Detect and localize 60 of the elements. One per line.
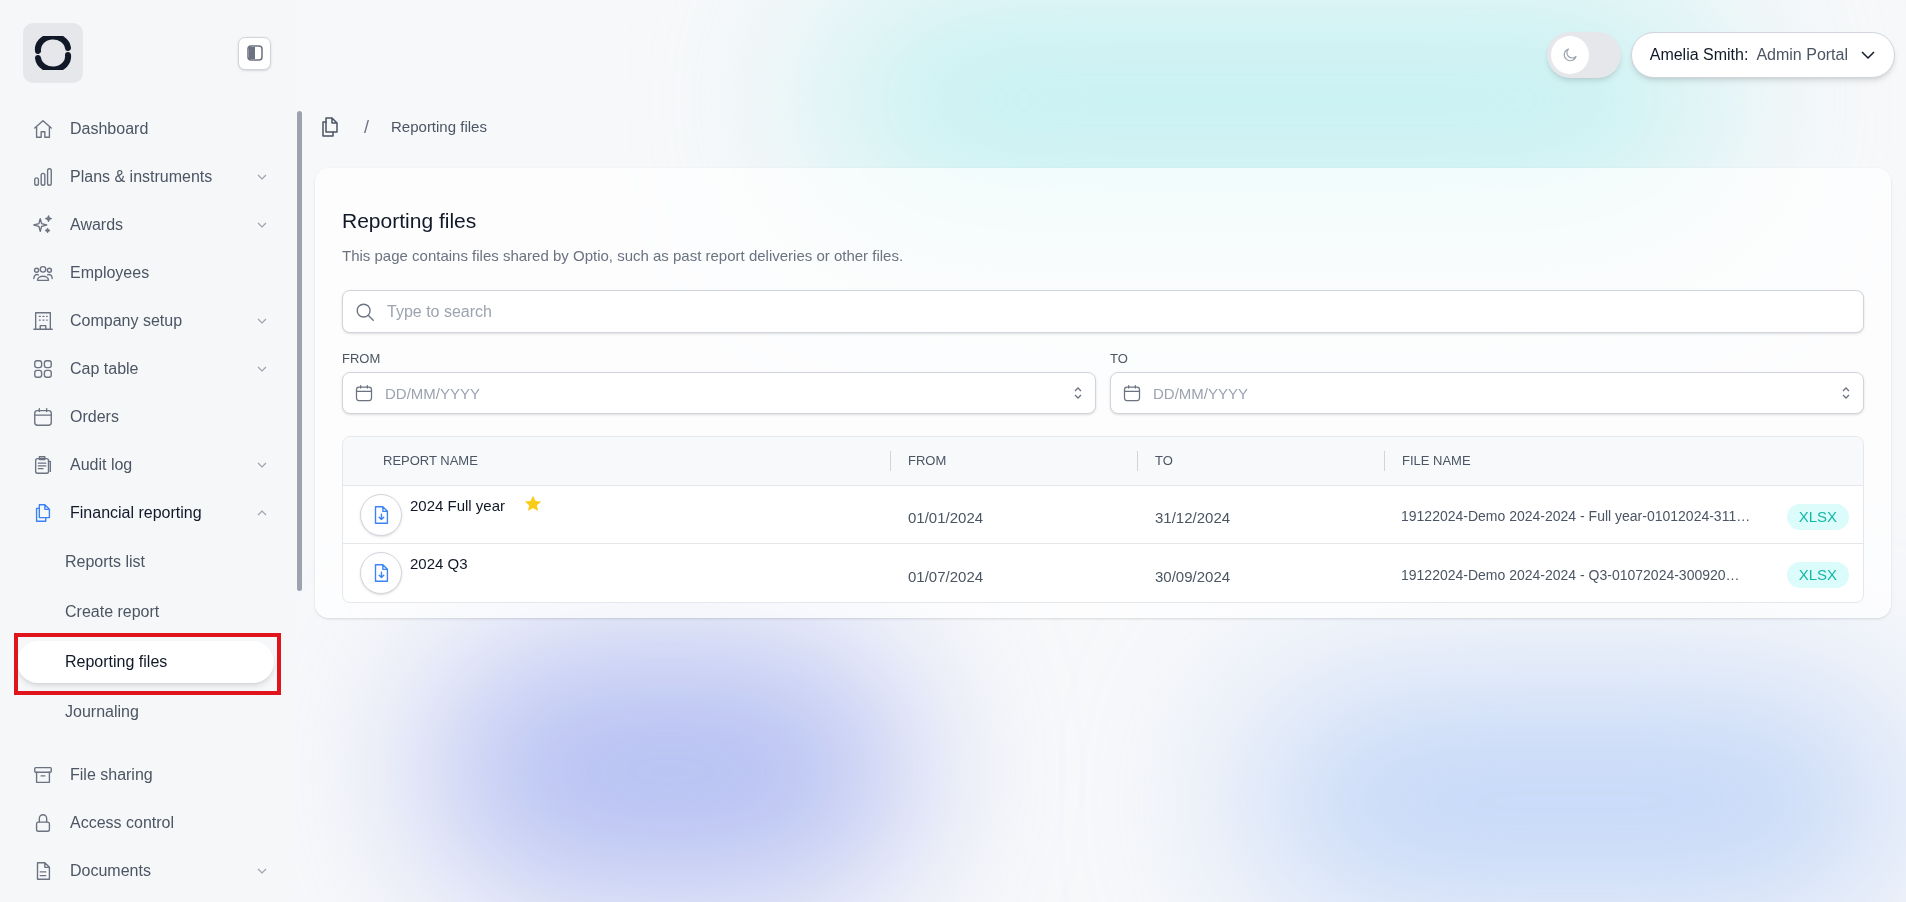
report-name[interactable]: 2024 Q3 <box>410 553 468 576</box>
file-name: 19122024-Demo 2024-2024 - Full year-01012024-311… <box>1401 507 1751 526</box>
sidebar-item[interactable]: Documents <box>22 847 274 895</box>
sidebar-item[interactable]: Employees <box>22 249 274 297</box>
date-label: TO <box>1110 350 1129 368</box>
breadcrumb-separator: / <box>364 115 369 139</box>
sidebar-item[interactable]: Company setup <box>22 297 274 345</box>
download-button[interactable] <box>360 494 402 536</box>
building-icon <box>32 310 54 332</box>
page-description: This page contains files shared by Optio, such as past report deliveries or other files. <box>342 245 905 266</box>
sidebar-panel-icon <box>246 45 263 61</box>
report-name[interactable]: 2024 Full year <box>410 495 506 518</box>
sparkles-icon <box>32 214 54 236</box>
date-label: FROM <box>342 350 382 368</box>
calendar-icon <box>1122 383 1142 403</box>
search-field[interactable]: Type to search <box>342 290 1864 333</box>
sidebar-subitem[interactable]: Create report <box>17 591 274 633</box>
date-field[interactable]: DD/MM/YYYY <box>342 372 1096 414</box>
date-field[interactable]: DD/MM/YYYY <box>1110 372 1864 414</box>
app-logo[interactable] <box>23 23 83 83</box>
sidebar-item[interactable]: Audit log <box>22 441 274 489</box>
sidebar-subitem[interactable]: Reports list <box>17 541 274 583</box>
breadcrumb-current: Reporting files <box>391 116 487 137</box>
column-header: REPORT NAME <box>382 452 479 471</box>
sidebar-item[interactable]: Access control <box>22 799 274 847</box>
search-icon <box>354 301 376 323</box>
download-button[interactable] <box>360 552 402 594</box>
sidebar-item[interactable]: Financial reporting <box>22 489 274 537</box>
sidebar-item[interactable]: Cap table <box>22 345 274 393</box>
calendar-icon <box>32 406 54 428</box>
scrollbar-thumb[interactable] <box>297 111 302 591</box>
file-name: 19122024-Demo 2024-2024 - Q3-01072024-300920… <box>1401 565 1740 585</box>
page-title: Reporting files <box>342 208 478 234</box>
archive-box-icon <box>32 764 54 786</box>
user-menu-button[interactable]: Amelia Smith: Admin Portal <box>1630 32 1895 78</box>
sidebar-item[interactable]: Awards <box>22 201 274 249</box>
file-type-badge: XLSX <box>1786 562 1849 588</box>
column-header: TO <box>1137 451 1384 471</box>
sidebar-item[interactable]: File sharing <box>22 751 274 799</box>
table-cell-text: 01/01/2024 <box>907 508 985 529</box>
column-header: FROM <box>890 451 1137 471</box>
table-cell-text: 30/09/2024 <box>1154 566 1232 587</box>
clipboard-icon <box>32 454 54 476</box>
sidebar-subitem[interactable]: Journaling <box>17 691 274 733</box>
table-cell-text: 01/07/2024 <box>907 566 985 587</box>
up-down-icon <box>1840 385 1852 401</box>
sidebar-item[interactable]: Plans & instruments <box>22 153 274 201</box>
file-type-badge: XLSX <box>1786 503 1849 530</box>
sidebar-item[interactable]: Orders <box>22 393 274 441</box>
star-icon[interactable] <box>523 494 544 514</box>
column-header: FILE NAME <box>1384 451 1863 471</box>
bar-chart-icon <box>32 166 54 188</box>
calendar-icon <box>354 383 374 403</box>
table-cell-text: 31/12/2024 <box>1154 508 1232 529</box>
sidebar-subitem[interactable]: Reporting files <box>17 641 274 683</box>
sidebar-toggle-button[interactable] <box>238 36 271 70</box>
sidebar-item[interactable]: Dashboard <box>22 105 274 153</box>
grid-icon <box>32 358 54 380</box>
up-down-icon <box>1072 385 1084 401</box>
home-icon <box>32 118 54 140</box>
